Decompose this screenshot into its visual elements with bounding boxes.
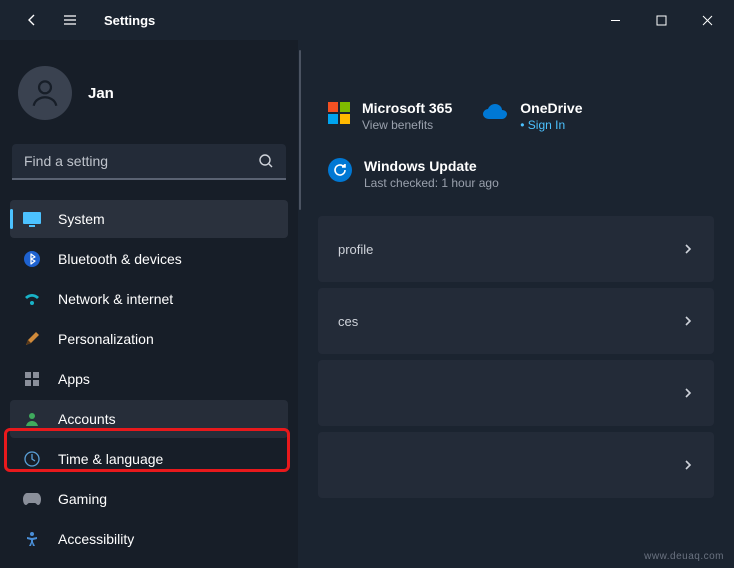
sidebar-item-time-language[interactable]: Time & language: [10, 440, 288, 478]
window-controls: [592, 4, 730, 36]
update-title: Windows Update: [364, 158, 499, 174]
sidebar-item-label: Apps: [58, 371, 90, 387]
wifi-icon: [22, 289, 42, 309]
profile-section[interactable]: Jan: [8, 48, 290, 144]
paintbrush-icon: [22, 329, 42, 349]
chevron-right-icon: [682, 459, 694, 471]
bluetooth-icon: [22, 249, 42, 269]
chevron-right-icon: [682, 243, 694, 255]
nav-menu-button[interactable]: [54, 4, 86, 36]
gaming-icon: [22, 489, 42, 509]
sidebar-item-label: Gaming: [58, 491, 107, 507]
close-button[interactable]: [684, 4, 730, 36]
update-card-row: Windows Update Last checked: 1 hour ago: [308, 158, 714, 190]
arrow-left-icon: [24, 12, 40, 28]
content-scrollbar[interactable]: [298, 50, 302, 558]
settings-row[interactable]: [318, 360, 714, 426]
avatar: [18, 66, 72, 120]
sidebar-item-gaming[interactable]: Gaming: [10, 480, 288, 518]
maximize-button[interactable]: [638, 4, 684, 36]
display-icon: [22, 209, 42, 229]
minimize-icon: [610, 15, 621, 26]
settings-row[interactable]: [318, 432, 714, 498]
minimize-button[interactable]: [592, 4, 638, 36]
window-title: Settings: [104, 13, 155, 28]
sidebar-item-accounts[interactable]: Accounts: [10, 400, 288, 438]
back-button[interactable]: [16, 4, 48, 36]
person-icon: [28, 76, 62, 110]
sidebar-item-bluetooth[interactable]: Bluetooth & devices: [10, 240, 288, 278]
onedrive-signin[interactable]: • Sign In: [520, 118, 582, 132]
row-label: ces: [338, 314, 682, 329]
apps-icon: [22, 369, 42, 389]
accessibility-icon: [22, 529, 42, 549]
ms365-title: Microsoft 365: [362, 100, 452, 116]
sync-icon: [328, 158, 352, 182]
update-sub: Last checked: 1 hour ago: [364, 176, 499, 190]
ms365-card[interactable]: Microsoft 365 View benefits: [328, 100, 452, 132]
sidebar: Jan System Bluetooth & devices: [0, 40, 298, 568]
row-label: profile: [338, 242, 682, 257]
search-icon: [258, 153, 274, 169]
watermark: www.deuaq.com: [644, 551, 724, 562]
account-icon: [22, 409, 42, 429]
sidebar-item-label: Bluetooth & devices: [58, 251, 182, 267]
ms365-sub: View benefits: [362, 118, 452, 132]
sidebar-item-system[interactable]: System: [10, 200, 288, 238]
onedrive-title: OneDrive: [520, 100, 582, 116]
chevron-right-icon: [682, 387, 694, 399]
onedrive-card[interactable]: OneDrive • Sign In: [482, 100, 582, 132]
sidebar-item-label: Network & internet: [58, 291, 173, 307]
search-box[interactable]: [12, 144, 286, 180]
maximize-icon: [656, 15, 667, 26]
sidebar-item-label: System: [58, 211, 105, 227]
chevron-right-icon: [682, 315, 694, 327]
sidebar-item-label: Time & language: [58, 451, 163, 467]
hamburger-icon: [62, 12, 78, 28]
profile-name: Jan: [88, 85, 114, 102]
sidebar-item-label: Accessibility: [58, 531, 134, 547]
cloud-icon: [482, 100, 508, 126]
sidebar-item-network[interactable]: Network & internet: [10, 280, 288, 318]
close-icon: [702, 15, 713, 26]
search-input[interactable]: [24, 153, 258, 169]
clock-globe-icon: [22, 449, 42, 469]
titlebar: Settings: [0, 0, 734, 40]
microsoft-logo-icon: [328, 102, 350, 124]
windows-update-card[interactable]: Windows Update Last checked: 1 hour ago: [328, 158, 499, 190]
sidebar-item-personalization[interactable]: Personalization: [10, 320, 288, 358]
settings-row-ces[interactable]: ces: [318, 288, 714, 354]
content-area: Microsoft 365 View benefits OneDrive • S…: [298, 40, 734, 568]
sidebar-item-apps[interactable]: Apps: [10, 360, 288, 398]
promo-cards: Microsoft 365 View benefits OneDrive • S…: [308, 100, 714, 132]
settings-row-profile[interactable]: profile: [318, 216, 714, 282]
sidebar-item-label: Personalization: [58, 331, 154, 347]
sidebar-item-accessibility[interactable]: Accessibility: [10, 520, 288, 558]
nav-list: System Bluetooth & devices Network & int…: [8, 198, 290, 568]
sidebar-item-label: Accounts: [58, 411, 116, 427]
